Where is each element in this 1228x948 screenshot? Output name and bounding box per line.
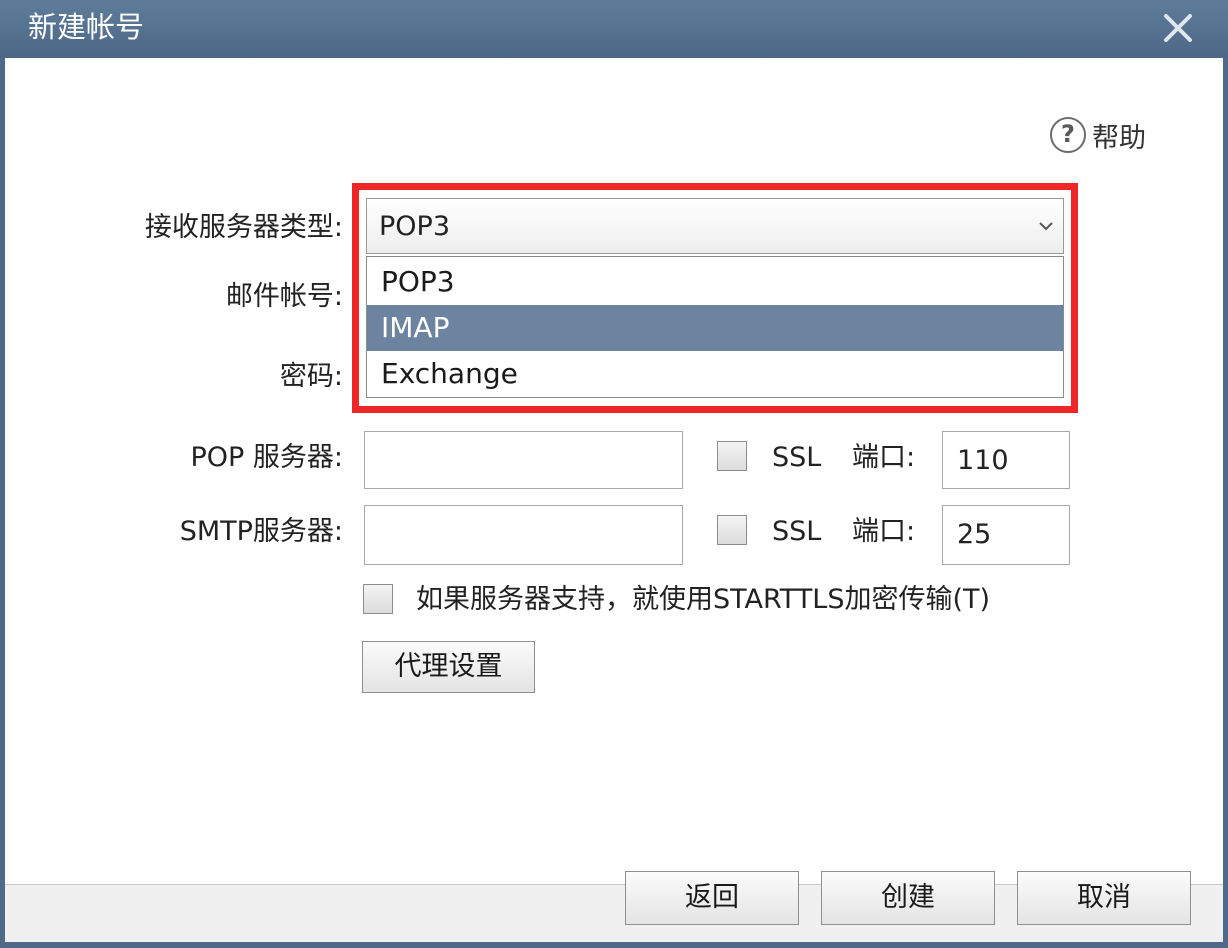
smtp-port-input[interactable]: 25 — [942, 505, 1070, 565]
starttls-label: 如果服务器支持，就使用STARTTLS加密传输(T) — [416, 584, 991, 615]
red-highlight-box — [352, 183, 1078, 413]
smtp-ssl-label: SSL — [772, 516, 822, 547]
pop-server-input[interactable] — [364, 431, 683, 489]
title-bar: 新建帐号 — [0, 0, 1228, 58]
help-link[interactable]: ? 帮助 — [1050, 115, 1146, 155]
smtp-server-input[interactable] — [364, 505, 683, 565]
pop-ssl-label: SSL — [772, 442, 822, 473]
new-account-dialog: 新建帐号 ? 帮助 接收服务器类型: 邮件帐号: 密码: POP 服务器: SM… — [0, 0, 1228, 948]
pop-ssl-checkbox[interactable] — [717, 441, 747, 471]
starttls-checkbox[interactable] — [363, 584, 393, 614]
password-label: 密码: — [279, 361, 343, 392]
window-title: 新建帐号 — [28, 10, 145, 44]
smtp-port-label: 端口: — [852, 516, 916, 547]
help-label: 帮助 — [1092, 122, 1146, 154]
create-button[interactable]: 创建 — [821, 871, 995, 925]
pop-port-input[interactable]: 110 — [942, 431, 1070, 489]
smtp-server-label: SMTP服务器: — [179, 516, 343, 547]
question-circle-icon: ? — [1050, 117, 1086, 153]
back-button[interactable]: 返回 — [625, 871, 799, 925]
pop-port-label: 端口: — [852, 442, 916, 473]
pop-server-label: POP 服务器: — [190, 442, 344, 473]
server-type-label: 接收服务器类型: — [144, 212, 343, 243]
cancel-button[interactable]: 取消 — [1017, 871, 1191, 925]
proxy-settings-button[interactable]: 代理设置 — [362, 641, 535, 693]
close-icon[interactable] — [1154, 6, 1200, 50]
smtp-ssl-checkbox[interactable] — [717, 515, 747, 545]
account-label: 邮件帐号: — [225, 281, 343, 312]
